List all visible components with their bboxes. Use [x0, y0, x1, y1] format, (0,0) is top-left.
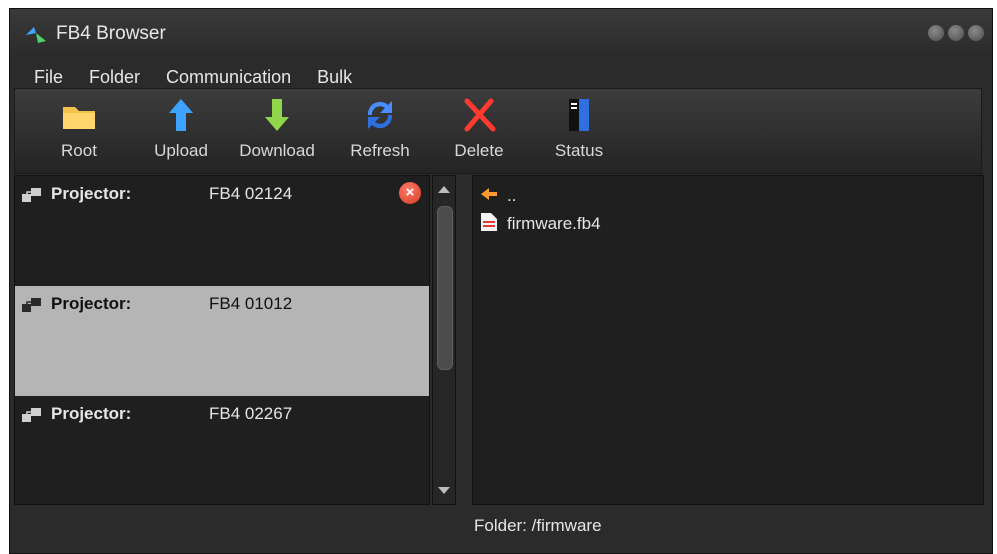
root-button[interactable]: Root: [39, 95, 119, 161]
network-icon: [21, 186, 43, 204]
status-folder-text: Folder: /firmware: [474, 516, 602, 535]
close-window-button[interactable]: [968, 25, 984, 41]
minimize-button[interactable]: [928, 25, 944, 41]
network-icon: [21, 406, 43, 424]
file-name: firmware.fb4: [507, 214, 601, 233]
app-logo-icon: [24, 23, 48, 45]
device-row[interactable]: Projector: FB4 02124 ×: [15, 176, 429, 286]
delete-x-icon: [439, 95, 519, 135]
file-row[interactable]: firmware.fb4: [479, 212, 601, 234]
delete-label: Delete: [454, 141, 504, 160]
download-label: Download: [239, 141, 315, 160]
device-label: Projector:: [51, 184, 132, 203]
folder-icon: [39, 95, 119, 135]
device-id: FB4 01012: [209, 294, 293, 313]
file-row-parent[interactable]: ..: [479, 186, 516, 206]
device-list: Projector: FB4 02124 × Projector: FB4 01…: [14, 175, 430, 505]
title-bar: FB4 Browser: [10, 9, 992, 59]
status-button[interactable]: Status: [539, 95, 619, 161]
device-id: FB4 02267: [209, 404, 293, 423]
window-controls: [928, 25, 984, 41]
menu-bulk[interactable]: Bulk: [317, 67, 352, 88]
upload-button[interactable]: Upload: [141, 95, 221, 161]
device-id: FB4 02124: [209, 184, 293, 203]
window-title: FB4 Browser: [56, 23, 166, 44]
menu-file[interactable]: File: [34, 67, 63, 88]
device-label: Projector:: [51, 404, 132, 423]
status-bar: Folder: /firmware: [14, 508, 982, 544]
menu-folder[interactable]: Folder: [89, 67, 140, 88]
scroll-thumb[interactable]: [437, 206, 453, 370]
device-label: Projector:: [51, 294, 132, 313]
download-button[interactable]: Download: [227, 95, 327, 161]
menu-communication[interactable]: Communication: [166, 67, 291, 88]
upload-label: Upload: [154, 141, 208, 160]
back-arrow-icon: [479, 186, 507, 207]
scroll-up-arrow-icon[interactable]: [438, 186, 450, 193]
toolbar: Root Upload Download Refresh Delete Stat…: [14, 88, 982, 174]
status-label: Status: [554, 141, 604, 160]
parent-folder-label: ..: [507, 186, 517, 205]
refresh-icon: [335, 95, 425, 135]
network-icon: [21, 296, 43, 314]
device-row[interactable]: Projector: FB4 02267: [15, 396, 429, 504]
scroll-down-arrow-icon[interactable]: [438, 487, 450, 494]
upload-arrow-icon: [141, 95, 221, 135]
device-list-scrollbar[interactable]: [432, 175, 456, 505]
refresh-button[interactable]: Refresh: [335, 95, 425, 161]
delete-button[interactable]: Delete: [439, 95, 519, 161]
remove-device-icon[interactable]: ×: [399, 182, 421, 204]
refresh-label: Refresh: [350, 141, 410, 160]
device-row[interactable]: Projector: FB4 01012: [15, 286, 429, 396]
status-icon: [539, 95, 619, 135]
maximize-button[interactable]: [948, 25, 964, 41]
file-list: .. firmware.fb4: [472, 175, 984, 505]
file-icon: [479, 211, 507, 238]
root-label: Root: [61, 141, 97, 160]
download-arrow-icon: [227, 95, 327, 135]
